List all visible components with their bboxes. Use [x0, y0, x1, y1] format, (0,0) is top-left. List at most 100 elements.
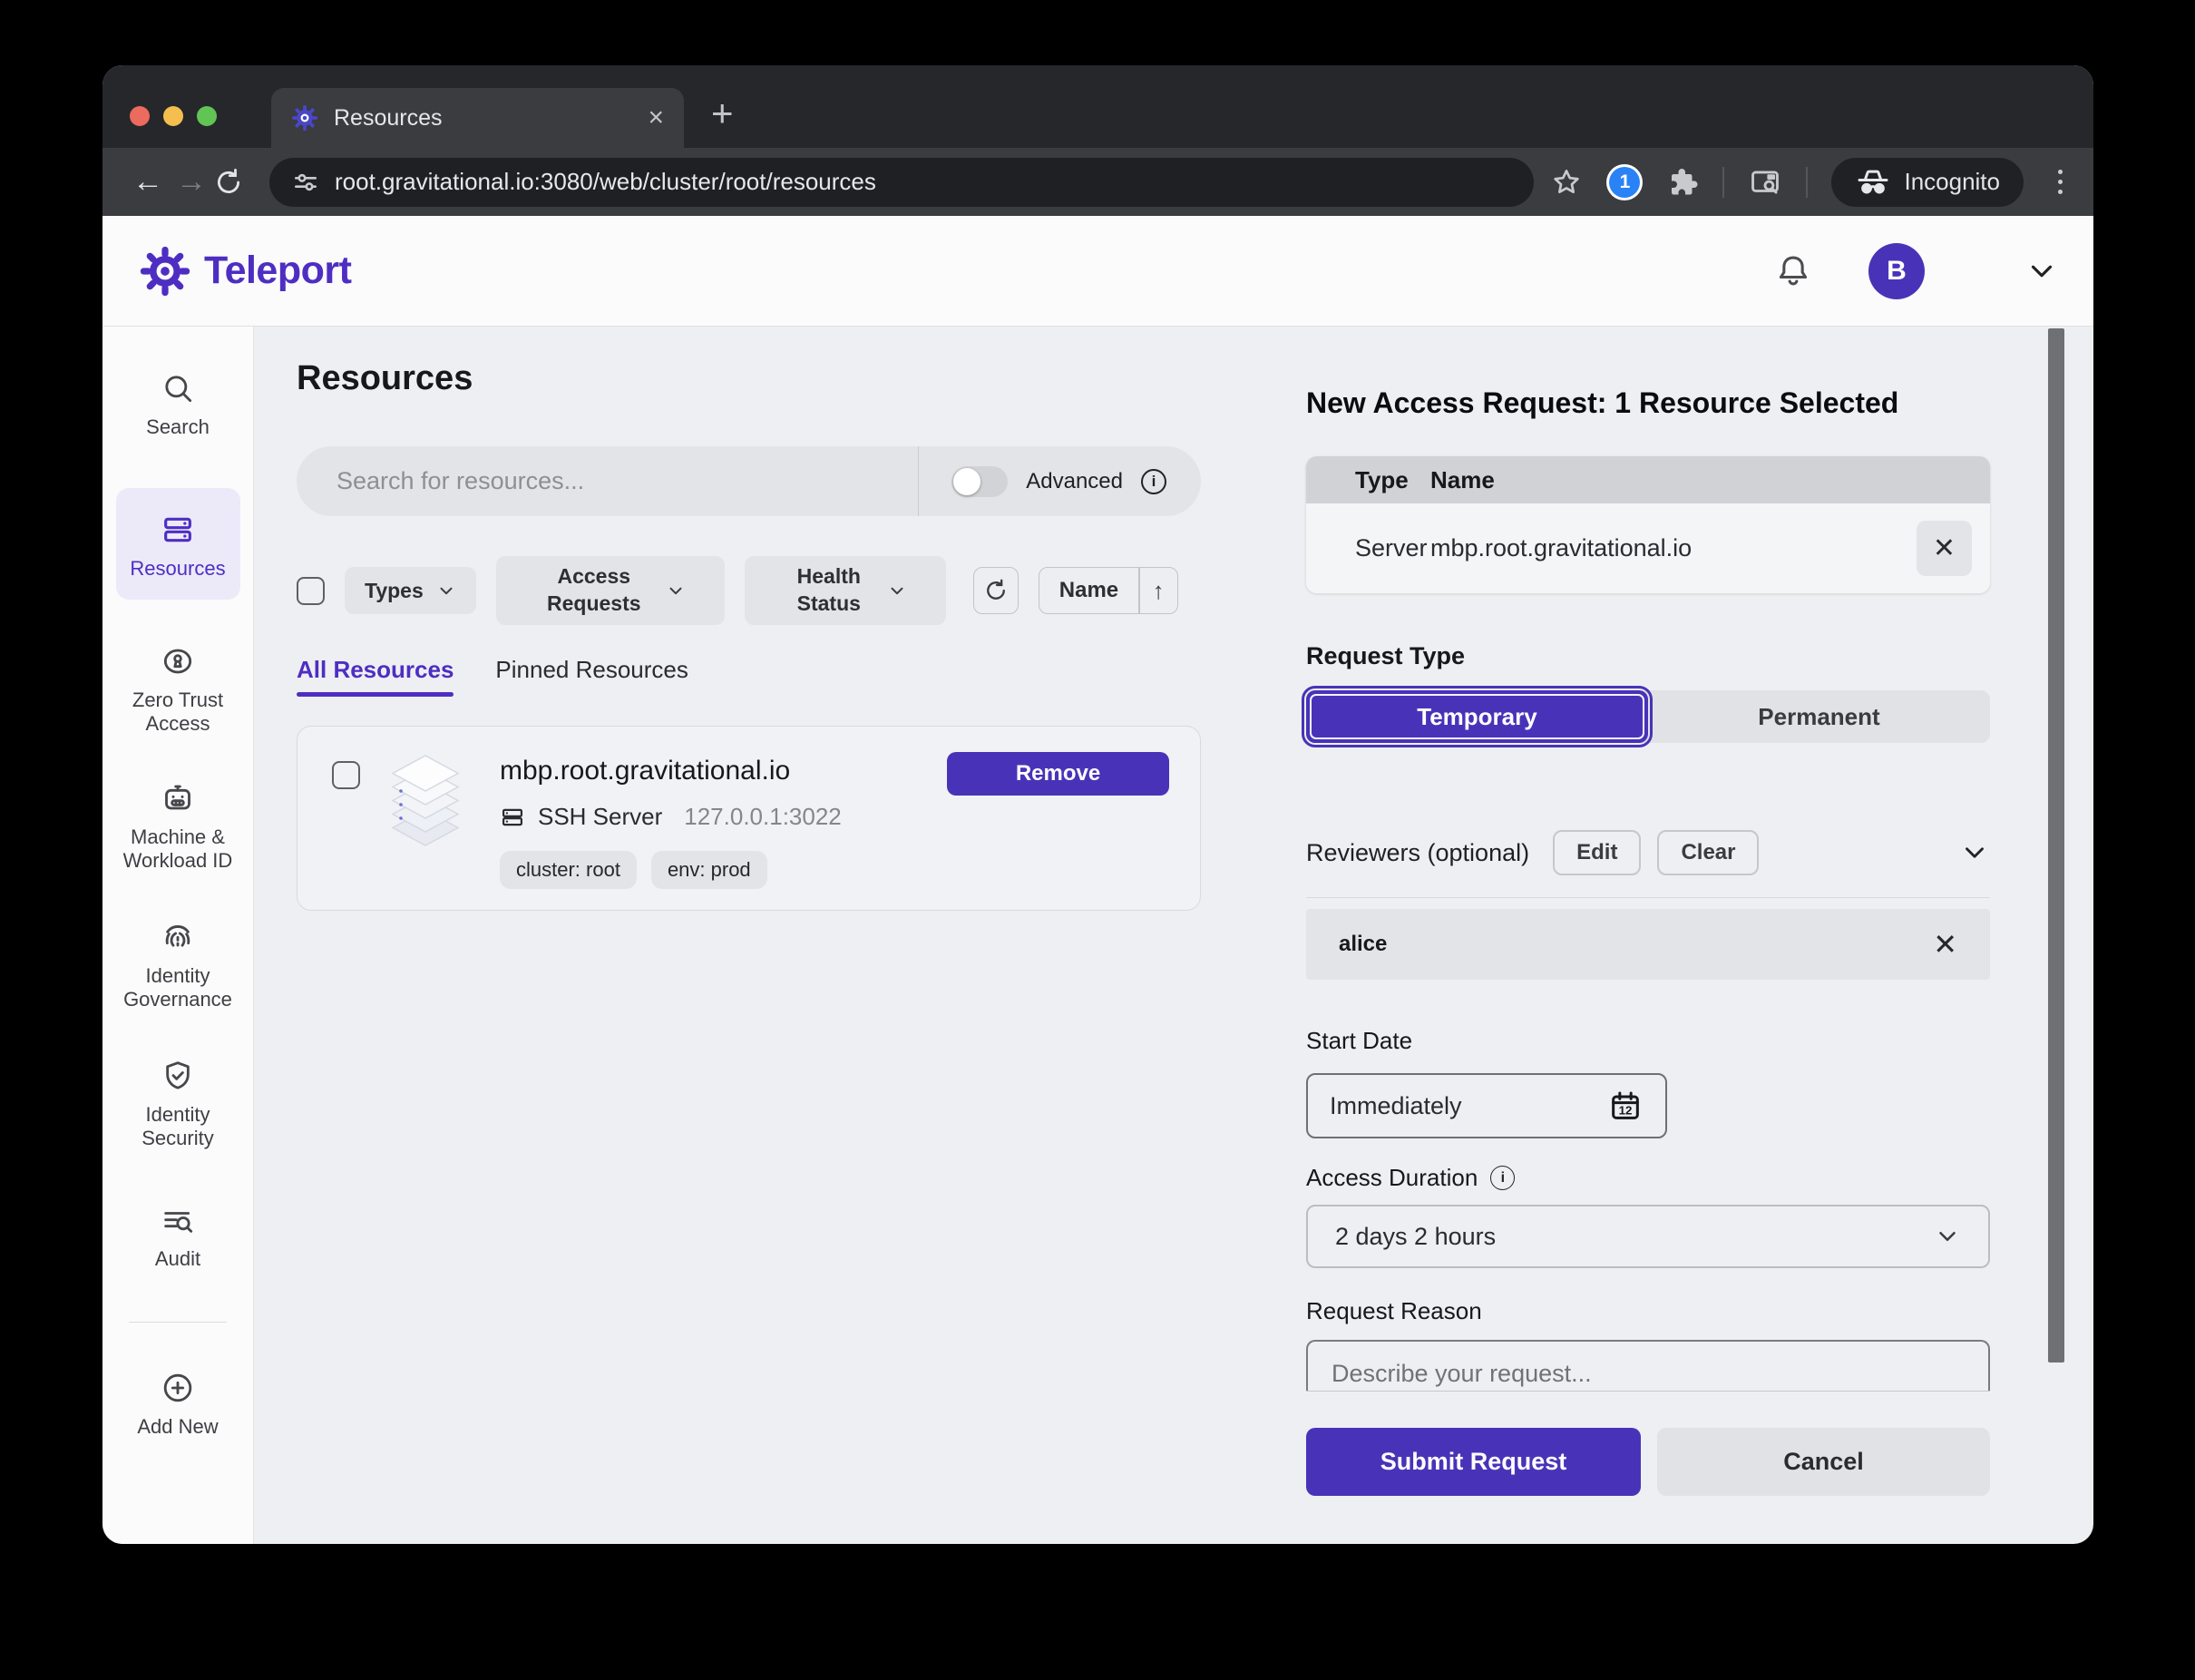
page-title: Resources [297, 359, 1201, 398]
sidebar-item-zero-trust-access[interactable]: Zero Trust Access [110, 643, 246, 735]
extensions-puzzle-icon[interactable] [1666, 166, 1699, 199]
server-icon [500, 805, 525, 830]
sidebar-item-identity-governance[interactable]: Identity Governance [110, 919, 246, 1011]
zoom-window-button[interactable] [197, 106, 217, 126]
back-icon[interactable]: ← [126, 164, 170, 200]
remove-resource-button[interactable]: Remove [947, 752, 1169, 796]
request-reason-textarea[interactable] [1306, 1340, 1990, 1392]
refresh-button[interactable] [973, 567, 1019, 614]
teleport-logo[interactable]: Teleport [139, 245, 351, 298]
reviewers-label: Reviewers (optional) [1306, 839, 1529, 867]
request-reason-label: Request Reason [1306, 1297, 1990, 1325]
sidebar-item-resources[interactable]: Resources [116, 488, 240, 601]
permanent-option[interactable]: Permanent [1648, 690, 1990, 743]
reviewers-collapse-chevron-icon[interactable] [1959, 837, 1990, 868]
refresh-icon [983, 578, 1009, 603]
window-controls [130, 106, 217, 126]
access-request-panel: New Access Request: 1 Resource Selected … [1306, 386, 1990, 1544]
access-duration-value: 2 days 2 hours [1335, 1223, 1496, 1251]
sidebar-item-identity-security[interactable]: Identity Security [110, 1058, 246, 1149]
access-duration-info-icon[interactable]: i [1490, 1166, 1515, 1190]
calendar-icon[interactable]: 12 [1607, 1088, 1644, 1124]
sidebar-item-machine-workload-id[interactable]: Machine & Workload ID [110, 780, 246, 872]
types-filter-button[interactable]: Types [345, 567, 476, 614]
forward-icon[interactable]: → [170, 164, 213, 200]
reload-icon[interactable] [213, 167, 257, 198]
sidebar-item-add-new[interactable]: Add New [110, 1370, 246, 1439]
remove-reviewer-icon[interactable]: ✕ [1933, 927, 1957, 962]
sidebar-item-search[interactable]: Search [110, 370, 246, 439]
browser-window: Resources × + ← → root.gravitational.i [102, 65, 2093, 1544]
resource-label[interactable]: cluster: root [500, 851, 637, 889]
select-all-checkbox[interactable] [297, 577, 325, 605]
resource-label[interactable]: env: prod [651, 851, 767, 889]
tab-strip: Resources × + [102, 65, 2093, 148]
new-tab-button[interactable]: + [711, 92, 734, 135]
toolbar-divider [1722, 167, 1724, 198]
start-date-label: Start Date [1306, 1027, 1990, 1055]
main-content: Resources Advanced i Types [254, 327, 2093, 1544]
tab-all-resources[interactable]: All Resources [297, 656, 454, 697]
password-manager-extension-icon[interactable]: 1 [1606, 164, 1643, 200]
robot-icon [160, 780, 196, 816]
sidebar-nav: Search Resources [102, 327, 254, 1544]
bookmark-star-icon[interactable] [1550, 166, 1583, 199]
tab-close-icon[interactable]: × [648, 104, 664, 132]
advanced-toggle[interactable] [951, 466, 1008, 497]
resource-card[interactable]: mbp.root.gravitational.io SSH Server 127… [297, 726, 1201, 911]
access-requests-filter-button[interactable]: Access Requests [496, 556, 725, 625]
browser-toolbar: ← → root.gravitational.io:3080/web/clust… [102, 148, 2093, 216]
incognito-spy-icon [1855, 164, 1891, 200]
keyhole-icon [160, 643, 196, 679]
resource-address: 127.0.0.1:3022 [684, 803, 842, 831]
user-menu-chevron-down-icon[interactable] [2024, 254, 2059, 288]
browser-tab[interactable]: Resources × [271, 88, 684, 148]
edit-reviewers-button[interactable]: Edit [1553, 830, 1641, 875]
brand-name: Teleport [204, 249, 351, 293]
remove-selected-resource-button[interactable]: ✕ [1917, 521, 1972, 576]
column-header-name: Name [1430, 466, 1495, 494]
sidebar-item-audit[interactable]: Audit [110, 1202, 246, 1271]
selected-resources-table: Type Name Server mbp.root.gravitational.… [1306, 456, 1990, 593]
panel-title: New Access Request: 1 Resource Selected [1306, 386, 1990, 420]
chevron-down-icon [666, 581, 686, 601]
reviewer-name: alice [1339, 932, 1387, 957]
search-tabs-icon[interactable] [1748, 165, 1782, 200]
temporary-option[interactable]: Temporary [1306, 690, 1648, 743]
cancel-button[interactable]: Cancel [1657, 1428, 1990, 1496]
start-date-value: Immediately [1330, 1092, 1462, 1120]
sidebar-divider [129, 1322, 227, 1323]
advanced-label: Advanced [1026, 469, 1123, 494]
access-duration-label: Access Duration [1306, 1164, 1478, 1192]
close-window-button[interactable] [130, 106, 150, 126]
sort-by-name-button[interactable]: Name ↑ [1039, 567, 1178, 614]
teleport-gear-icon [139, 245, 191, 298]
incognito-label: Incognito [1904, 168, 2000, 196]
search-input[interactable] [337, 467, 918, 495]
chevron-down-icon [1934, 1223, 1961, 1250]
notifications-bell-icon[interactable] [1772, 250, 1814, 292]
user-avatar[interactable]: B [1868, 243, 1925, 299]
clear-reviewers-button[interactable]: Clear [1657, 830, 1759, 875]
tab-pinned-resources[interactable]: Pinned Resources [495, 656, 688, 697]
request-reason-field-clip [1306, 1340, 1990, 1392]
advanced-info-icon[interactable]: i [1141, 469, 1166, 494]
svg-text:12: 12 [1619, 1103, 1633, 1117]
sort-ascending-icon[interactable]: ↑ [1140, 577, 1177, 605]
page-scrollbar-thumb[interactable] [2048, 328, 2064, 1363]
start-date-input[interactable]: Immediately 12 [1306, 1073, 1667, 1138]
health-status-filter-button[interactable]: Health Status [745, 556, 946, 625]
browser-menu-icon[interactable] [2051, 170, 2070, 194]
resource-name: mbp.root.gravitational.io [500, 756, 842, 786]
reviewer-chip: alice ✕ [1306, 909, 1990, 980]
shield-check-icon [160, 1058, 196, 1094]
submit-request-button[interactable]: Submit Request [1306, 1428, 1641, 1496]
site-settings-icon[interactable] [291, 168, 320, 197]
address-bar[interactable]: root.gravitational.io:3080/web/cluster/r… [269, 158, 1534, 207]
minimize-window-button[interactable] [163, 106, 183, 126]
add-plus-icon [160, 1370, 196, 1406]
resource-checkbox[interactable] [332, 761, 360, 789]
request-type-label: Request Type [1306, 642, 1990, 670]
tab-favicon-gear-icon [291, 104, 318, 132]
access-duration-select[interactable]: 2 days 2 hours [1306, 1205, 1990, 1268]
